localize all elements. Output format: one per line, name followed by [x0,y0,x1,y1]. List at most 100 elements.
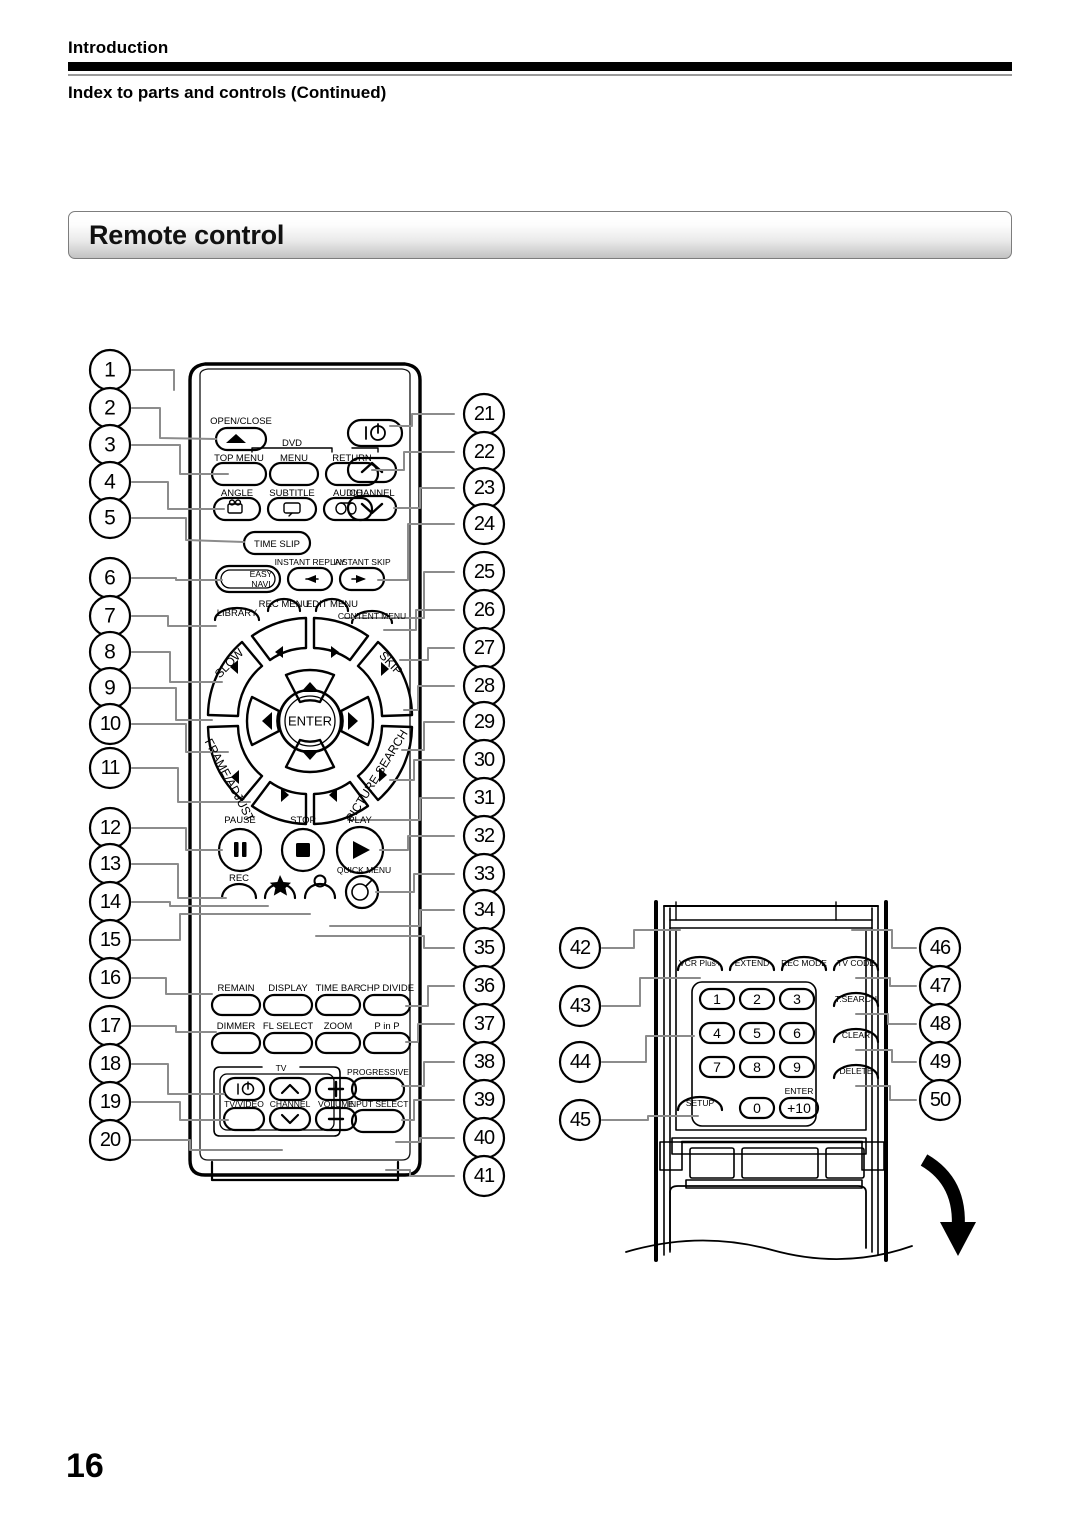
quick-menu-button [344,874,380,910]
callout-32: 32 [474,825,495,847]
key-label-1: 1 [713,991,721,1007]
chevron-up-icon-tv [280,1083,300,1095]
key-label-2: 2 [753,991,761,1007]
curved-down-arrow-icon [920,1154,965,1231]
callout-49: 49 [930,1051,951,1073]
callout-25: 25 [474,561,495,583]
rec-button [220,882,258,900]
callout-11: 11 [101,757,121,779]
callout-38: 38 [474,1051,495,1073]
label-easy: EASY [250,569,273,579]
label-enter: ENTER [288,714,332,729]
callout-19: 19 [100,1091,121,1113]
label-menu: MENU [280,453,308,464]
label-top-menu: TOP MENU [214,453,264,464]
label-instant-skip: INSTANT SKIP [333,557,391,567]
stop-icon [296,843,310,857]
label-subtitle: SUBTITLE [269,488,314,499]
label-quick-menu: QUICK MENU [337,865,391,875]
label-input-select: INPUT SELECT [348,1099,409,1109]
callout-10: 10 [100,713,121,735]
label-picture-search: PICTURE SEARCH [343,727,411,824]
key-label-9: 9 [793,1059,801,1075]
label-chp-divide: CHP DIVIDE [360,983,414,994]
zoom-button [314,1031,362,1055]
key-label-6: 6 [793,1025,801,1041]
callout-39: 39 [474,1089,495,1111]
label-delete: DELETE [839,1066,872,1076]
callouts-keypad-left: 42 43 44 45 [558,926,602,1142]
label-channel: CHANNEL [349,488,394,499]
label-open-close: OPEN/CLOSE [210,416,272,427]
power-icon-tv [237,1081,255,1096]
header-eyebrow: Introduction [68,38,169,57]
label-rec-menu: REC MENU [259,599,310,610]
skip-back-button [312,616,370,662]
label-setup: SETUP [686,1098,715,1108]
display-button [262,993,314,1017]
dimmer-button [210,1031,262,1055]
header-black-rule [68,62,1012,71]
manual-page: Introduction Index to parts and controls… [0,0,1080,1526]
label-remain: REMAIN [218,983,255,994]
callout-45: 45 [570,1109,591,1131]
callout-17: 17 [100,1015,121,1037]
arrow-right-icon [348,712,358,730]
remote-control-figure: OPEN/CLOSE DVD TOP MENU MENU RETURN ANGL… [0,330,1080,1340]
label-stop: STOP [290,815,316,826]
callout-4: 4 [104,471,116,494]
label-rec: REC [229,873,249,884]
page-number: 16 [66,1447,104,1485]
replay-arrow-icon [305,575,319,583]
pause-button [217,827,263,873]
callout-44: 44 [570,1051,591,1073]
callout-30: 30 [474,749,495,771]
callout-29: 29 [474,711,495,733]
subtitle-icon [283,502,301,517]
angle-subtitle-audio-row [212,496,374,522]
chp-divide-button [362,993,412,1017]
callout-7: 7 [104,605,116,628]
p-in-p-button [362,1031,412,1055]
label-angle: ANGLE [221,488,253,499]
key-label-3: 3 [793,991,801,1007]
callout-37: 37 [474,1013,495,1035]
label-pause: PAUSE [224,815,256,826]
callout-42: 42 [570,937,591,959]
label-content-menu: CONTENT MENU [338,611,406,621]
callout-9: 9 [104,677,116,700]
label-vcr-plus: VCR Plus+ [679,958,721,968]
tv-video-button [222,1106,266,1132]
page-header: Introduction Index to parts and controls… [68,38,1012,103]
header-title: Index to parts and controls (Continued) [68,83,387,102]
callout-35: 35 [474,937,495,959]
star-icon [269,875,291,896]
menu-button [268,461,320,487]
utility-row-2 [210,1031,412,1055]
callout-2: 2 [104,397,116,420]
callout-21: 21 [474,403,495,425]
label-tv-video: TV/VIDEO [224,1099,264,1109]
dvd-group-bracket [251,447,379,453]
label-time-slip: TIME SLIP [254,539,300,550]
key-label-plus-10: +10 [787,1100,811,1116]
label-rec-mode: REC MODE [781,958,827,968]
page-title: Remote control [89,219,285,250]
audio-icon [335,502,357,515]
label-tv-channel: CHANNEL [270,1099,311,1109]
callout-23: 23 [474,477,495,499]
callout-8: 8 [104,641,116,664]
keypad-keys [698,987,820,1120]
label-play: PLAY [348,815,372,826]
quick-menu-icon [351,879,373,901]
callout-40: 40 [474,1127,495,1149]
label-t-search: T.SEARCH [835,994,877,1004]
key-label-4: 4 [713,1025,721,1041]
key-label-7: 7 [713,1059,721,1075]
dvd-button-row [210,461,380,487]
callout-36: 36 [474,975,495,997]
callout-5: 5 [104,507,116,530]
chevron-down-icon-tv [280,1113,300,1125]
tv-power-button [222,1076,266,1102]
callout-41: 41 [474,1165,495,1187]
